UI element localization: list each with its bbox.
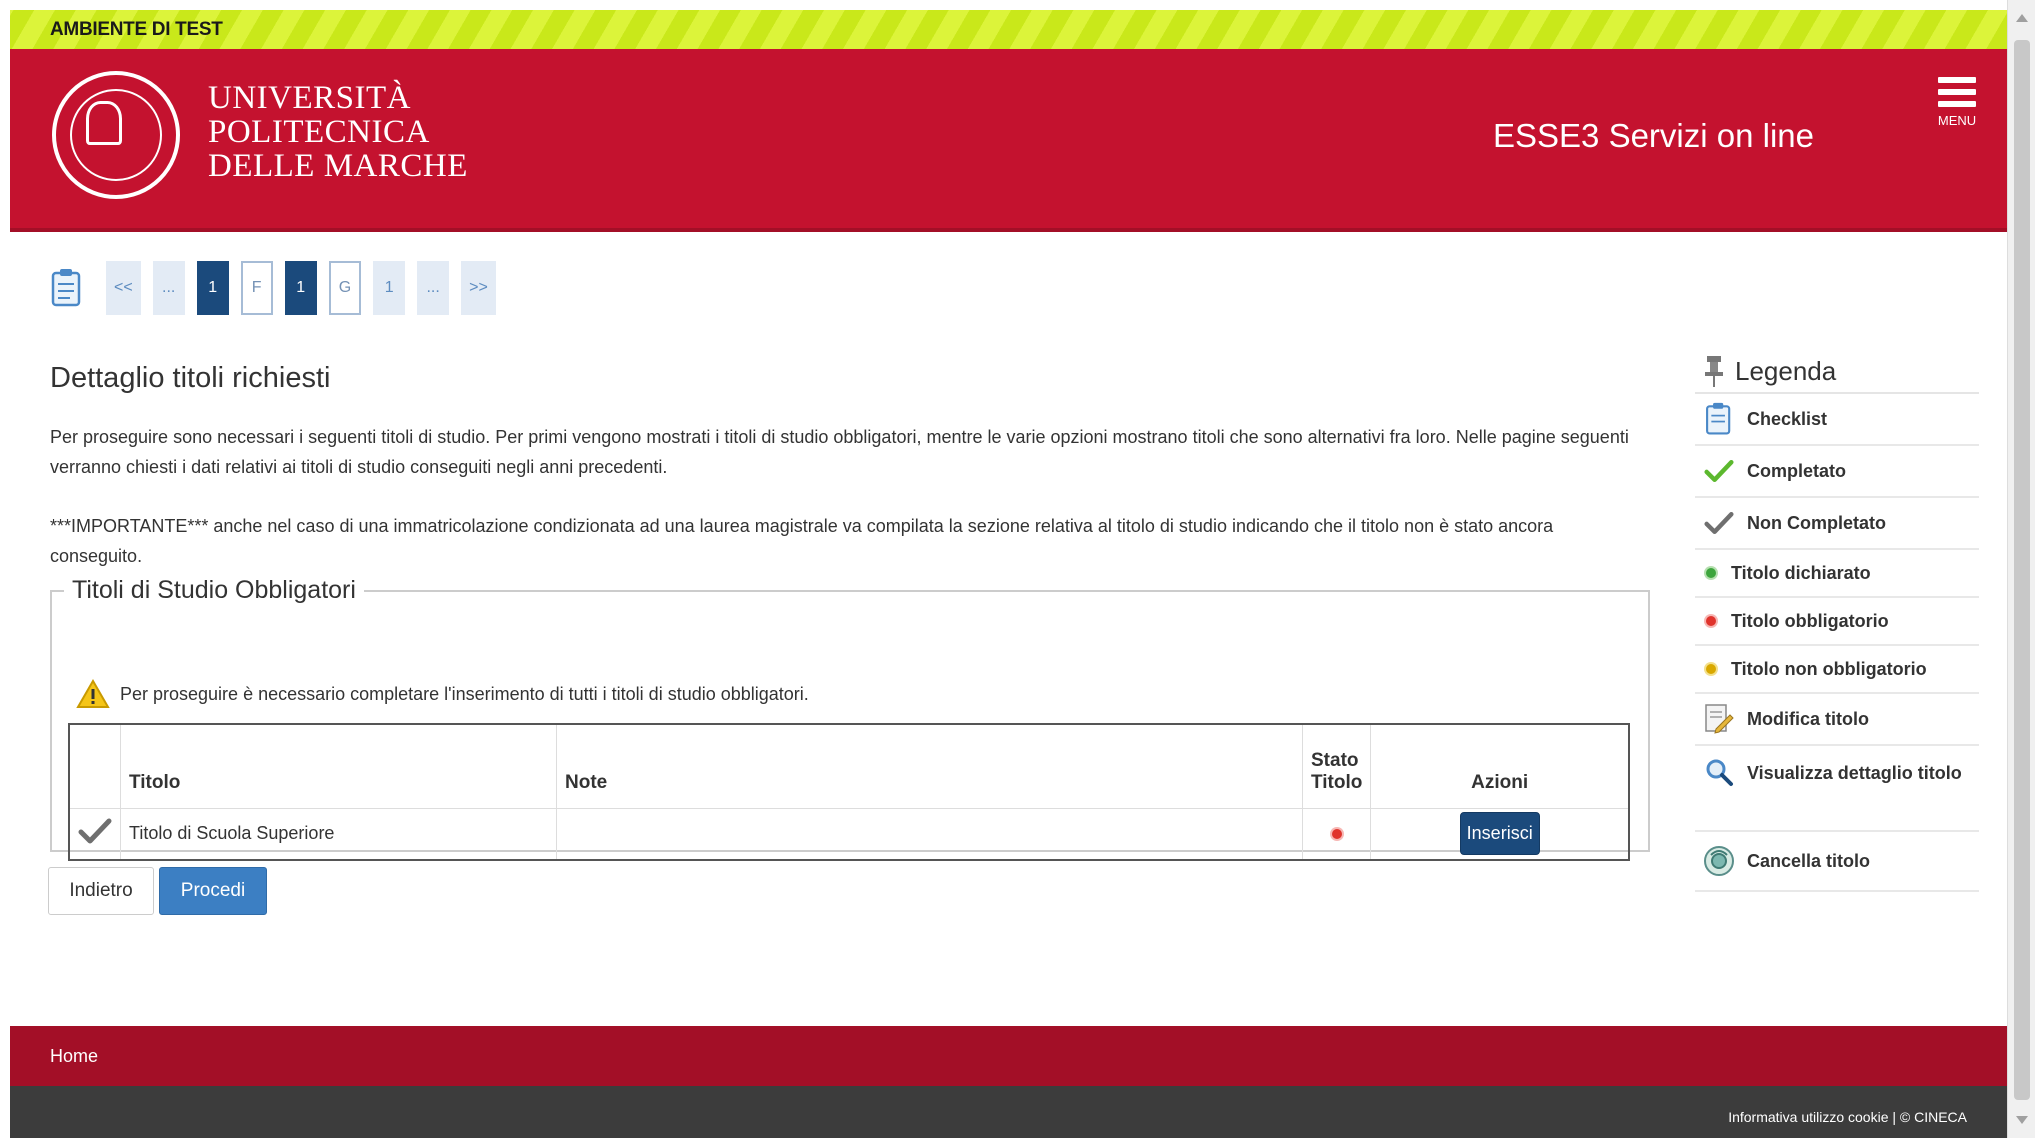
legend-title: Legenda: [1735, 355, 1837, 386]
header-status-icon: [69, 724, 121, 808]
legend-header: Legenda: [1695, 350, 1979, 394]
hamburger-icon: [1938, 77, 1976, 83]
legend-item-titolo-non-obbligatorio: Titolo non obbligatorio: [1695, 646, 1979, 694]
back-button[interactable]: Indietro: [48, 867, 154, 915]
legend-panel: Legenda Checklist Completato Non Complet…: [1695, 350, 1979, 892]
red-dot-icon: [1331, 829, 1342, 840]
university-logo-text[interactable]: UNIVERSITÀ POLITECNICA DELLE MARCHE: [208, 81, 468, 183]
warning-icon: [76, 679, 110, 708]
checklist-pager: << ... 1 F 1 G 1 ... >>: [50, 258, 508, 318]
page: AMBIENTE DI TEST UNIVERSITÀ POLITECNICA …: [10, 10, 2007, 1138]
row-note: [556, 807, 1303, 860]
delete-icon: [1703, 845, 1735, 877]
legend-item-titolo-obbligatorio: Titolo obbligatorio: [1695, 598, 1979, 646]
pager-first[interactable]: <<: [106, 261, 141, 315]
checklist-icon[interactable]: [50, 268, 84, 308]
header-titolo: Titolo: [120, 724, 557, 808]
green-check-icon: [1703, 455, 1735, 487]
gray-check-icon: [78, 818, 112, 844]
titles-table: Titolo Note Stato Titolo Azioni Titolo d…: [68, 723, 1630, 861]
pager-ellipsis-right: ...: [417, 261, 450, 315]
service-title: ESSE3 Servizi on line: [1493, 117, 1814, 154]
edit-icon: [1703, 703, 1735, 735]
test-environment-banner: AMBIENTE DI TEST: [10, 10, 2007, 49]
fieldset-legend: Titoli di Studio Obbligatori: [72, 576, 356, 604]
row-status-cell: [69, 807, 121, 860]
mandatory-titles-fieldset: Titoli di Studio Obbligatori Per prosegu…: [50, 576, 1650, 861]
menu-label: MENU: [1937, 113, 1977, 128]
gray-check-icon: [1703, 507, 1735, 539]
proceed-button[interactable]: Procedi: [159, 867, 267, 915]
pager-ellipsis-left: ...: [152, 261, 185, 315]
pager-step-f[interactable]: F: [240, 261, 273, 315]
pin-icon: [1705, 356, 1723, 387]
table-row: Titolo di Scuola Superiore Inserisci: [69, 807, 1629, 860]
legend-item-visualizza-dettaglio: Visualizza dettaglio titolo: [1695, 746, 1979, 832]
magnifier-icon: [1703, 756, 1735, 788]
header-azioni: Azioni: [1471, 771, 1529, 793]
site-header: UNIVERSITÀ POLITECNICA DELLE MARCHE ESSE…: [10, 49, 2007, 232]
important-note: ***IMPORTANTE*** anche nel caso di una i…: [50, 516, 1554, 566]
page-title: Dettaglio titoli richiesti: [50, 362, 331, 394]
row-actions-cell: Inserisci: [1370, 807, 1629, 860]
legend-item-modifica-titolo: Modifica titolo: [1695, 694, 1979, 746]
menu-button[interactable]: MENU: [1927, 77, 1987, 147]
home-link[interactable]: Home: [50, 1046, 98, 1067]
legend-item-completato: Completato: [1695, 446, 1979, 498]
page-scrollbar[interactable]: [2007, 0, 2035, 1138]
logo-line-3: DELLE MARCHE: [208, 148, 468, 184]
insert-button[interactable]: Inserisci: [1459, 812, 1540, 856]
cookie-policy-link[interactable]: Informativa utilizzo cookie | © CINECA: [1728, 1109, 1967, 1125]
scrollbar-thumb[interactable]: [2014, 40, 2030, 1100]
table-header-row: Titolo Note Stato Titolo Azioni: [69, 724, 1629, 808]
scroll-down-arrow-icon[interactable]: [2016, 1116, 2028, 1124]
intro-text: Per proseguire sono necessari i seguenti…: [50, 427, 1629, 477]
pager-step-1[interactable]: 1: [196, 261, 229, 315]
checklist-icon: [1703, 402, 1735, 435]
test-environment-label: AMBIENTE DI TEST: [50, 18, 223, 40]
logo-line-2: POLITECNICA: [208, 114, 430, 150]
footer-bottom: Informativa utilizzo cookie | © CINECA: [10, 1086, 2007, 1138]
pager-step-g[interactable]: G: [328, 261, 362, 315]
warning-text: Per proseguire è necessario completare l…: [120, 683, 809, 704]
header-stato-titolo: Stato Titolo: [1302, 724, 1372, 808]
legend-item-non-completato: Non Completato: [1695, 498, 1979, 550]
footer-nav: Home: [10, 1026, 2007, 1086]
green-dot-icon: [1703, 557, 1719, 589]
university-seal-icon[interactable]: [52, 71, 180, 199]
warning-message: Per proseguire è necessario completare l…: [76, 679, 809, 709]
row-titolo: Titolo di Scuola Superiore: [120, 807, 557, 860]
header-note: Note: [556, 724, 1303, 808]
legend-item-checklist: Checklist: [1695, 394, 1979, 446]
legend-item-titolo-dichiarato: Titolo dichiarato: [1695, 550, 1979, 598]
row-stato-cell: [1302, 807, 1372, 860]
pager-step-next[interactable]: 1: [373, 261, 406, 315]
logo-line-1: UNIVERSITÀ: [208, 80, 411, 116]
red-dot-icon: [1703, 605, 1719, 637]
pager-last[interactable]: >>: [461, 261, 496, 315]
scroll-up-arrow-icon[interactable]: [2016, 14, 2028, 22]
pager-step-current[interactable]: 1: [284, 261, 317, 315]
yellow-dot-icon: [1703, 653, 1719, 685]
legend-item-cancella-titolo: Cancella titolo: [1695, 832, 1979, 892]
